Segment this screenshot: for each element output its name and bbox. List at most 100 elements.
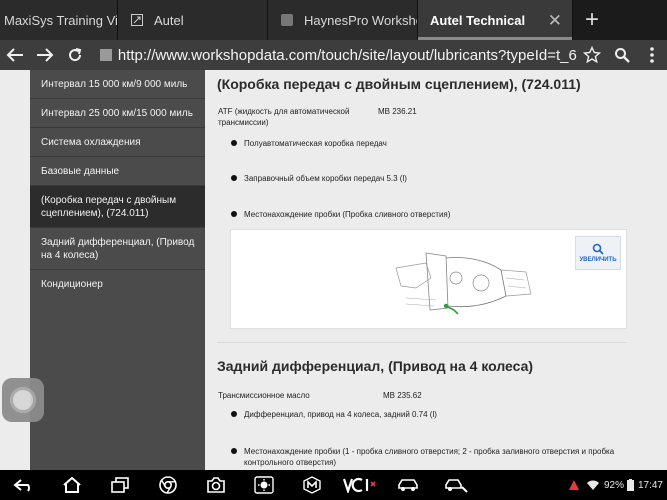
spec-row-gear-oil: Трансмиссионное масло MB 235.62 xyxy=(205,390,422,401)
tab-label: MaxiSys Training Vide... xyxy=(4,12,117,28)
bullet-icon xyxy=(231,175,237,181)
vci-button[interactable] xyxy=(336,470,384,500)
sidebar-item-cooling-system[interactable]: Система охлаждения xyxy=(30,128,205,157)
recents-icon xyxy=(111,477,129,493)
back-button[interactable] xyxy=(0,40,30,70)
forward-button[interactable] xyxy=(30,40,60,70)
vehicle-button[interactable] xyxy=(384,470,432,500)
list-item-text: Местонахождение пробки (1 - пробка сливн… xyxy=(244,447,615,467)
new-tab-button[interactable]: + xyxy=(573,0,611,40)
vci-icon xyxy=(343,477,376,493)
system-home-button[interactable] xyxy=(48,470,96,500)
alert-icon xyxy=(568,480,579,490)
system-back-button[interactable] xyxy=(0,470,48,500)
list-item-text: Дифференциал, привод на 4 колеса, задний… xyxy=(244,410,437,419)
sidebar-item-label: Базовые данные xyxy=(41,165,120,177)
gearbox-diagram-image[interactable] xyxy=(386,248,536,318)
search-button[interactable] xyxy=(607,40,637,70)
sidebar-item-label: Интервал 15 000 км/9 000 миль xyxy=(41,78,188,90)
page-favicon-icon xyxy=(280,13,294,27)
brightness-icon xyxy=(254,476,274,494)
sidebar-item-base-data[interactable]: Базовые данные xyxy=(30,157,205,186)
overflow-menu-icon xyxy=(650,47,654,63)
spec-key: Трансмиссионное масло xyxy=(218,391,310,400)
forward-arrow-icon xyxy=(36,48,54,62)
sidebar-item-label: Кондиционер xyxy=(41,279,103,290)
tab-haynespro[interactable]: HaynesPro Workshop... xyxy=(268,0,418,40)
bullet-icon xyxy=(231,211,237,217)
wifi-icon xyxy=(586,480,599,490)
page-right-margin xyxy=(639,70,667,470)
page-info-icon[interactable] xyxy=(99,49,112,61)
drain-plug-image-card: УВЕЛИЧИТЬ xyxy=(230,229,627,329)
zoom-label: УВЕЛИЧИТЬ xyxy=(579,257,617,263)
sidebar-item-label: (Коробка передач с двойным сцеплением), … xyxy=(41,194,177,219)
star-icon xyxy=(583,46,602,64)
search-icon xyxy=(615,48,630,63)
back-arrow-icon xyxy=(6,48,23,62)
browser-tab-bar: MaxiSys Training Vide... Autel HaynesPro… xyxy=(0,0,667,40)
battery-icon xyxy=(626,479,634,491)
tab-label: Autel Technical xyxy=(430,12,526,28)
assist-circle-icon xyxy=(10,387,36,413)
main-content: (Коробка передач с двойным сцеплением), … xyxy=(205,70,639,470)
system-navigation-bar: 92% 17:47 xyxy=(0,470,667,500)
section-divider xyxy=(217,342,627,343)
battery-percent: 92% xyxy=(603,479,624,491)
list-item: Заправочный объем коробки передач 5.3 (l… xyxy=(205,173,639,184)
autel-favicon-icon xyxy=(130,13,144,27)
camera-icon xyxy=(207,477,225,493)
home-icon xyxy=(63,477,81,493)
tab-label: HaynesPro Workshop... xyxy=(304,12,417,28)
list-item: Полуавтоматическая коробка передач xyxy=(205,138,639,149)
menu-button[interactable] xyxy=(637,40,667,70)
sidebar-item-rear-differential[interactable]: Задний дифференциал, (Привод на 4 колеса… xyxy=(30,228,205,270)
sidebar-item-interval-25000[interactable]: Интервал 25 000 км/15 000 миль xyxy=(30,99,205,128)
spec-value: MB 235.62 xyxy=(383,391,422,400)
spec-row-atf: ATF (жидкость для автоматической трансми… xyxy=(205,106,639,128)
clock: 17:47 xyxy=(637,479,663,491)
magnifier-icon xyxy=(592,243,604,255)
section-title-gearbox: (Коробка передач с двойным сцеплением), … xyxy=(217,76,581,92)
zoom-button[interactable]: УВЕЛИЧИТЬ xyxy=(575,236,621,270)
back-icon xyxy=(13,479,30,492)
repair-button[interactable] xyxy=(432,470,480,500)
reload-button[interactable] xyxy=(60,40,90,70)
system-recents-button[interactable] xyxy=(96,470,144,500)
bullet-icon xyxy=(231,448,237,454)
chrome-app-button[interactable] xyxy=(144,470,192,500)
section-title-rear-differential: Задний дифференциал, (Привод на 4 колеса… xyxy=(217,358,534,374)
reload-icon xyxy=(68,48,82,62)
bookmark-star-button[interactable] xyxy=(577,40,607,70)
status-area: 92% 17:47 xyxy=(568,479,667,491)
sidebar-item-interval-15000[interactable]: Интервал 15 000 км/9 000 миль xyxy=(30,70,205,99)
url-field[interactable]: http://www.workshopdata.com/touch/site/l… xyxy=(118,47,577,64)
spec-key: ATF (жидкость для автоматической трансми… xyxy=(218,107,350,127)
address-bar: http://www.workshopdata.com/touch/site/l… xyxy=(0,40,667,70)
list-item: Дифференциал, привод на 4 колеса, задний… xyxy=(205,409,625,420)
floating-assist-button[interactable] xyxy=(2,378,44,422)
screenshot-button[interactable] xyxy=(192,470,240,500)
chrome-icon xyxy=(159,476,177,494)
sidebar-item-label: Задний дифференциал, (Привод на 4 колеса… xyxy=(41,236,195,261)
sidebar-item-label: Система охлаждения xyxy=(41,136,141,148)
list-item-text: Местонахождение пробки (Пробка сливного … xyxy=(244,210,451,219)
list-item-text: Заправочный объем коробки передач 5.3 (l… xyxy=(244,174,407,183)
list-item: Местонахождение пробки (1 - пробка сливн… xyxy=(205,446,630,468)
tab-maxisys-training[interactable]: MaxiSys Training Vide... xyxy=(0,0,118,40)
maxisys-m-icon xyxy=(303,476,321,494)
list-item-text: Полуавтоматическая коробка передач xyxy=(244,139,387,148)
maxisys-app-button[interactable] xyxy=(288,470,336,500)
bullet-icon xyxy=(231,411,237,417)
tab-autel[interactable]: Autel xyxy=(118,0,268,40)
tab-autel-technical[interactable]: Autel Technical ✕ xyxy=(418,0,573,40)
car-repair-icon xyxy=(445,479,468,493)
brightness-button[interactable] xyxy=(240,470,288,500)
sidebar: Интервал 15 000 км/9 000 миль Интервал 2… xyxy=(30,70,205,470)
sidebar-item-dual-clutch-gearbox[interactable]: (Коробка передач с двойным сцеплением), … xyxy=(30,186,205,228)
list-item: Местонахождение пробки (Пробка сливного … xyxy=(205,209,639,220)
sidebar-item-air-conditioning[interactable]: Кондиционер xyxy=(30,270,205,299)
spec-value: MB 236.21 xyxy=(378,107,417,116)
close-tab-icon[interactable]: ✕ xyxy=(548,12,562,29)
car-icon xyxy=(398,479,418,491)
